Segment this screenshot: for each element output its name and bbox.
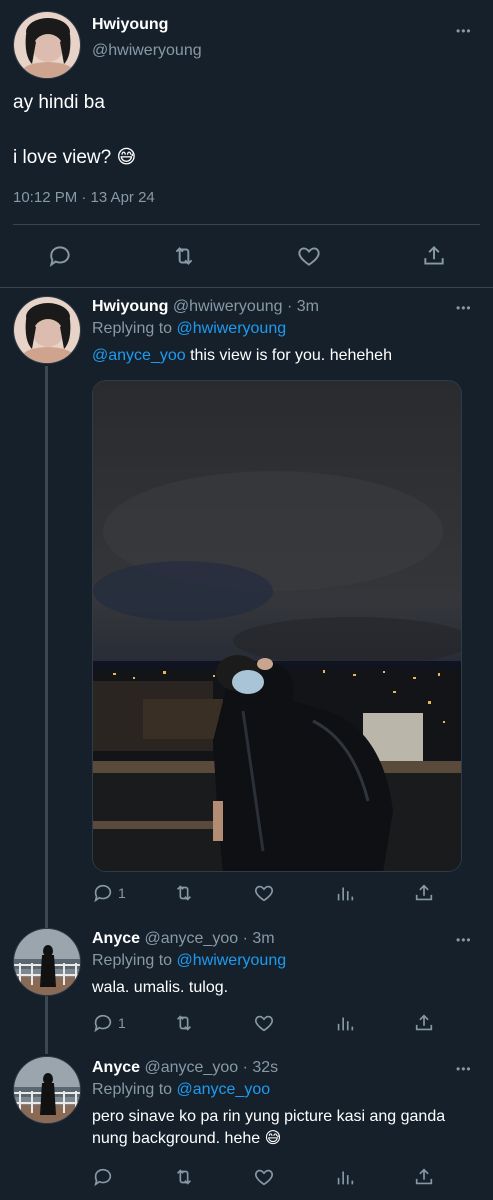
replying-to-link[interactable]: @hwiweryoung [177, 320, 287, 337]
author-name[interactable]: Anyce [92, 930, 140, 947]
tweet-meta[interactable]: @anyce_yoo · 32s [144, 1059, 278, 1076]
like-button[interactable] [253, 1012, 275, 1034]
like-icon [298, 247, 320, 266]
reply-count: 1 [118, 1015, 126, 1031]
like-button[interactable] [253, 882, 275, 904]
tweet-text-line1: pero sinave ko pa rin yung picture kasi … [92, 1108, 446, 1125]
divider [0, 287, 493, 288]
reply-button[interactable] [47, 243, 73, 269]
reply-button[interactable] [92, 1166, 114, 1188]
retweet-button[interactable] [172, 1166, 196, 1188]
share-button[interactable] [413, 882, 435, 904]
reply-button[interactable]: 1 [92, 1012, 126, 1034]
analytics-icon [337, 887, 354, 901]
thread-line [45, 366, 48, 928]
analytics-icon [337, 1171, 354, 1185]
retweet-icon [176, 1015, 192, 1031]
more-icon[interactable]: ••• [456, 301, 472, 315]
reply-icon [94, 1168, 112, 1187]
reply-count: 1 [118, 885, 126, 901]
share-icon [415, 1014, 433, 1031]
more-icon[interactable]: ••• [456, 1062, 472, 1076]
tweet-text-line2: nung background. hehe 😅 [92, 1130, 282, 1147]
tweet-meta[interactable]: @hwiweryoung · 3m [173, 298, 319, 315]
like-button[interactable] [296, 243, 322, 269]
like-icon [255, 885, 273, 902]
share-button[interactable] [413, 1012, 435, 1034]
tweet-photo[interactable] [92, 380, 462, 872]
analytics-button[interactable] [334, 1012, 356, 1034]
share-icon [424, 245, 444, 265]
more-icon[interactable]: ••• [456, 933, 472, 947]
author-name[interactable]: Anyce [92, 1059, 140, 1076]
more-icon[interactable]: ••• [456, 24, 472, 38]
reply-icon [94, 1014, 112, 1033]
retweet-icon [175, 247, 193, 265]
analytics-button[interactable] [334, 882, 356, 904]
avatar[interactable] [13, 928, 81, 996]
retweet-button[interactable] [170, 243, 198, 269]
author-name[interactable]: Hwiyoung [92, 16, 168, 34]
analytics-button[interactable] [334, 1166, 356, 1188]
author-name[interactable]: Hwiyoung [92, 298, 168, 315]
tweet-text: wala. umalis. tulog. [92, 979, 229, 996]
tweet-text-line2: i love view? 😅 [13, 147, 137, 168]
reply-button[interactable]: 1 [92, 882, 126, 904]
analytics-icon [337, 1017, 354, 1031]
tweet-text: this view is for you. heheheh [185, 347, 392, 364]
reply-icon [49, 246, 70, 268]
retweet-icon [176, 885, 192, 901]
share-button[interactable] [413, 1166, 435, 1188]
replying-to-link[interactable]: @anyce_yoo [177, 1081, 271, 1098]
share-icon [415, 884, 433, 901]
reply-icon [94, 884, 112, 903]
share-icon [415, 1168, 433, 1185]
avatar[interactable] [13, 1056, 81, 1124]
replying-to-link[interactable]: @hwiweryoung [177, 952, 287, 969]
like-button[interactable] [253, 1166, 275, 1188]
like-icon [255, 1015, 273, 1032]
retweet-button[interactable] [172, 882, 196, 904]
retweet-button[interactable] [172, 1012, 196, 1034]
thread-line [45, 996, 48, 1054]
tweet-timestamp[interactable]: 10:12 PM · 13 Apr 24 [13, 189, 155, 206]
divider [13, 224, 480, 225]
tweet-text-line1: ay hindi ba [13, 92, 105, 113]
avatar[interactable] [13, 11, 81, 79]
share-button[interactable] [421, 243, 447, 269]
replying-to-label: Replying to [92, 952, 173, 969]
mention-link[interactable]: @anyce_yoo [92, 347, 186, 364]
retweet-icon [176, 1169, 192, 1185]
replying-to-label: Replying to [92, 1081, 173, 1098]
tweet-meta[interactable]: @anyce_yoo · 3m [144, 930, 274, 947]
avatar[interactable] [13, 296, 81, 364]
replying-to-label: Replying to [92, 320, 173, 337]
like-icon [255, 1169, 273, 1186]
author-handle[interactable]: @hwiweryoung [92, 42, 202, 60]
